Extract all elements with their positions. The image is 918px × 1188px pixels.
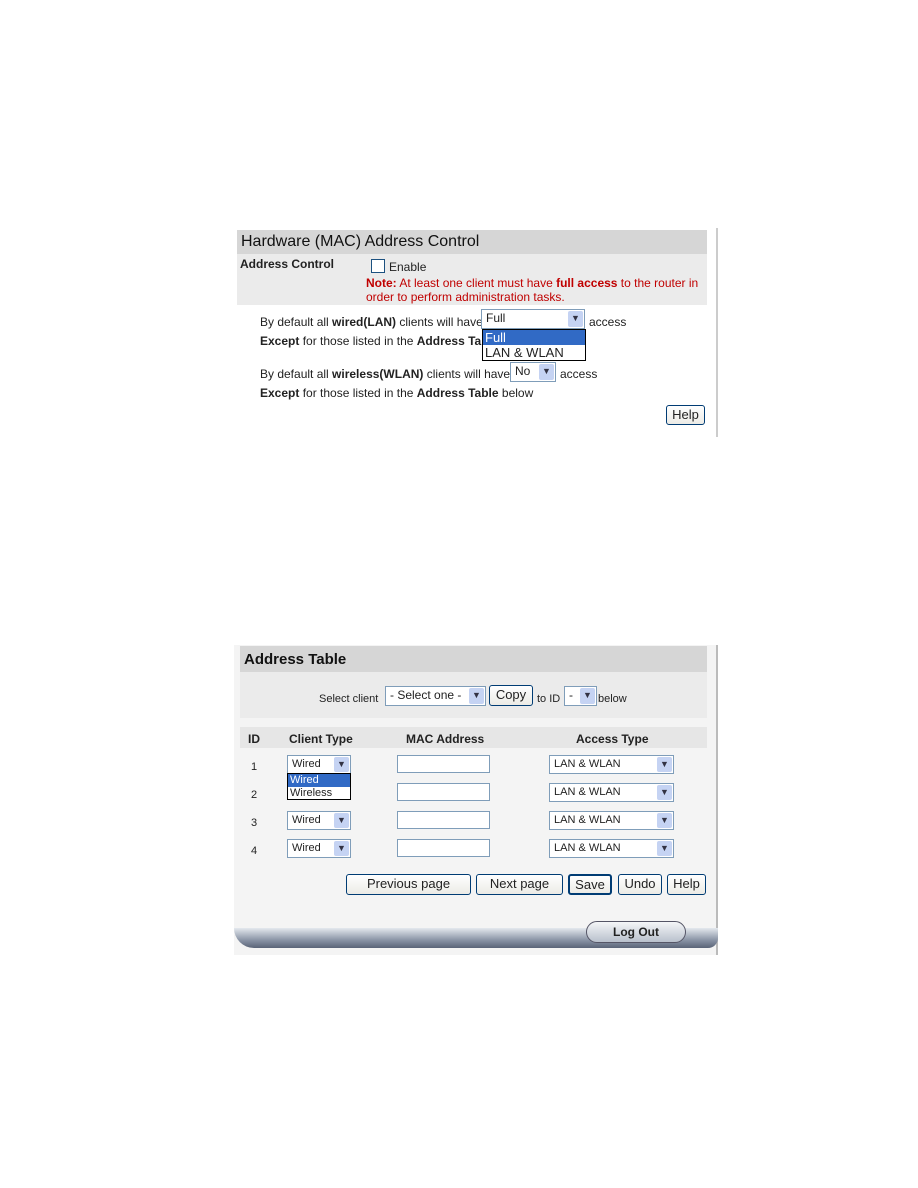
- select-client-label: Select client: [319, 693, 379, 705]
- note-text: Note: At least one client must have full…: [366, 276, 698, 304]
- t: By default all: [260, 315, 333, 329]
- copy-button[interactable]: Copy: [489, 685, 533, 706]
- access-label: access: [589, 315, 627, 329]
- except-text-2: Except for those listed in the Address T…: [260, 386, 533, 400]
- except-text-1: Except for those listed in the Address T…: [260, 334, 499, 348]
- client-type-select[interactable]: Wired ▼: [287, 811, 351, 830]
- client-type-value: Wired: [292, 814, 321, 826]
- access-type-value: LAN & WLAN: [554, 842, 621, 854]
- chevron-down-icon[interactable]: ▼: [657, 785, 672, 800]
- enable-checkbox[interactable]: [371, 259, 385, 273]
- col-mac-address: MAC Address: [406, 732, 485, 746]
- access-label: access: [560, 367, 598, 381]
- wireless-access-select[interactable]: No ▼: [510, 362, 556, 382]
- mac-address-input[interactable]: [397, 811, 490, 829]
- option-wired[interactable]: Wired: [288, 774, 350, 787]
- option-lan-wlan[interactable]: LAN & WLAN: [483, 345, 585, 360]
- chevron-down-icon[interactable]: ▼: [334, 757, 349, 772]
- help-button[interactable]: Help: [667, 874, 706, 895]
- t: Except: [260, 386, 300, 400]
- chevron-down-icon[interactable]: ▼: [657, 813, 672, 828]
- chevron-down-icon[interactable]: ▼: [580, 688, 595, 704]
- access-type-value: LAN & WLAN: [554, 814, 621, 826]
- t: Address Table: [416, 386, 499, 400]
- address-control-label: Address Control: [240, 257, 335, 271]
- save-button[interactable]: Save: [568, 874, 612, 895]
- row-id: 4: [251, 845, 258, 857]
- chevron-down-icon[interactable]: ▼: [469, 688, 484, 704]
- col-client-type: Client Type: [289, 732, 353, 746]
- row-id: 2: [251, 789, 258, 801]
- select-client-dropdown[interactable]: - Select one - ▼: [385, 686, 486, 706]
- access-type-select[interactable]: LAN & WLAN ▼: [549, 783, 674, 802]
- client-type-select[interactable]: Wired ▼: [287, 755, 351, 774]
- logout-button[interactable]: Log Out: [586, 921, 686, 943]
- option-wireless[interactable]: Wireless: [288, 787, 350, 800]
- wired-default-text: By default all wired(LAN) clients will h…: [260, 315, 486, 329]
- mac-address-input[interactable]: [397, 839, 490, 857]
- to-id-dropdown[interactable]: - ▼: [564, 686, 597, 706]
- mac-control-title: Hardware (MAC) Address Control: [237, 230, 707, 254]
- mac-address-input[interactable]: [397, 755, 490, 773]
- below-label: below: [598, 693, 627, 705]
- wired-access-select[interactable]: Full ▼: [481, 309, 585, 329]
- client-type-value: Wired: [292, 842, 321, 854]
- row-id: 3: [251, 817, 258, 829]
- access-type-value: LAN & WLAN: [554, 758, 621, 770]
- mac-address-input[interactable]: [397, 783, 490, 801]
- access-type-value: LAN & WLAN: [554, 786, 621, 798]
- select-client-value: - Select one -: [390, 688, 462, 702]
- access-type-select[interactable]: LAN & WLAN ▼: [549, 811, 674, 830]
- address-table-title: Address Table: [240, 646, 707, 672]
- t: clients will have:: [423, 367, 514, 381]
- t: below: [498, 386, 534, 400]
- row-id: 1: [251, 761, 258, 773]
- to-id-value: -: [569, 688, 573, 702]
- note-bold: full access: [556, 276, 618, 290]
- wired-access-dropdown: Full LAN & WLAN: [482, 329, 586, 361]
- note-text-2: to the router in: [617, 276, 699, 290]
- option-full[interactable]: Full: [483, 330, 585, 345]
- chevron-down-icon[interactable]: ▼: [657, 841, 672, 856]
- wired-access-value: Full: [486, 311, 506, 325]
- previous-page-button[interactable]: Previous page: [346, 874, 471, 895]
- chevron-down-icon[interactable]: ▼: [568, 311, 583, 327]
- chevron-down-icon[interactable]: ▼: [334, 813, 349, 828]
- t: wired(LAN): [332, 315, 397, 329]
- client-type-select[interactable]: Wired ▼: [287, 839, 351, 858]
- note-prefix: Note:: [366, 276, 397, 290]
- undo-button[interactable]: Undo: [618, 874, 662, 895]
- chevron-down-icon[interactable]: ▼: [539, 364, 554, 380]
- help-button[interactable]: Help: [666, 405, 705, 425]
- enable-label: Enable: [389, 260, 427, 274]
- t: By default all: [260, 367, 333, 381]
- mac-control-panel: Hardware (MAC) Address Control Address C…: [232, 228, 718, 437]
- to-id-label: to ID: [537, 693, 561, 705]
- note-text-1: At least one client must have: [396, 276, 557, 290]
- access-type-select[interactable]: LAN & WLAN ▼: [549, 755, 674, 774]
- access-type-select[interactable]: LAN & WLAN ▼: [549, 839, 674, 858]
- t: Except: [260, 334, 300, 348]
- chevron-down-icon[interactable]: ▼: [334, 841, 349, 856]
- col-access-type: Access Type: [576, 732, 649, 746]
- col-id: ID: [248, 732, 260, 746]
- t: for those listed in the: [299, 334, 417, 348]
- t: for those listed in the: [299, 386, 417, 400]
- wireless-default-text: By default all wireless(WLAN) clients wi…: [260, 367, 513, 381]
- address-table-panel: Address Table Select client - Select one…: [234, 645, 718, 955]
- client-type-value: Wired: [292, 758, 321, 770]
- t: clients will have:: [396, 315, 487, 329]
- note-line-2: order to perform administration tasks.: [366, 290, 565, 304]
- chevron-down-icon[interactable]: ▼: [657, 757, 672, 772]
- t: wireless(WLAN): [332, 367, 424, 381]
- wireless-access-value: No: [515, 364, 531, 378]
- client-type-dropdown: Wired Wireless: [287, 773, 351, 800]
- next-page-button[interactable]: Next page: [476, 874, 563, 895]
